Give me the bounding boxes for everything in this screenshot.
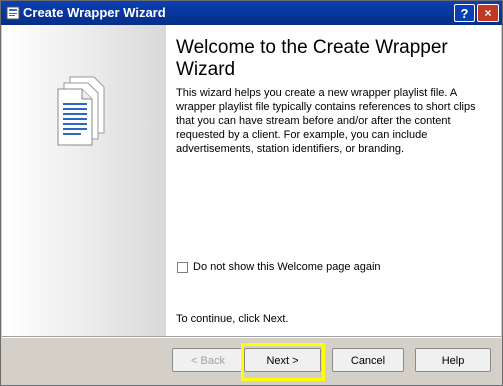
page-title: Welcome to the Create Wrapper Wizard: [176, 37, 448, 80]
close-button[interactable]: ×: [477, 4, 499, 22]
wizard-app-icon: [6, 6, 20, 20]
wizard-window: Create Wrapper Wizard ? × Welcome to the…: [0, 0, 503, 386]
button-divider: [2, 336, 501, 338]
window-title: Create Wrapper Wizard: [23, 5, 166, 20]
title-bar: Create Wrapper Wizard ? ×: [1, 1, 502, 25]
dont-show-welcome-option[interactable]: Do not show this Welcome page again: [177, 260, 381, 274]
back-button[interactable]: < Back: [172, 348, 244, 372]
next-button[interactable]: Next >: [244, 348, 321, 372]
dont-show-welcome-label[interactable]: Do not show this Welcome page again: [193, 261, 381, 273]
wizard-description: This wizard helps you create a new wrapp…: [176, 87, 476, 155]
cancel-button[interactable]: Cancel: [332, 348, 404, 372]
wizard-sidebar: [2, 25, 166, 336]
help-button[interactable]: Help: [415, 348, 491, 372]
wizard-content: Welcome to the Create Wrapper Wizard Thi…: [2, 25, 501, 336]
dont-show-welcome-checkbox[interactable]: [177, 261, 188, 273]
continue-instruction: To continue, click Next.: [176, 313, 289, 325]
document-stack-icon: [57, 76, 105, 146]
help-title-button[interactable]: ?: [454, 4, 475, 22]
wizard-main: Welcome to the Create Wrapper Wizard Thi…: [176, 25, 496, 336]
